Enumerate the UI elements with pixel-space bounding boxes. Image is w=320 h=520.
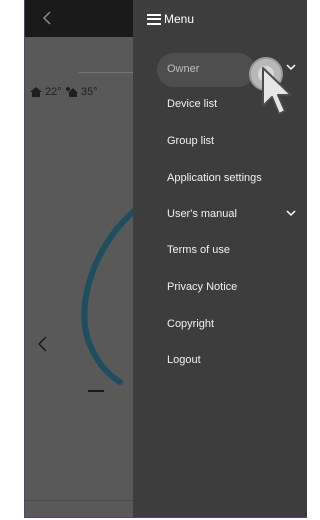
indoor-temperature-value: 22°	[45, 86, 62, 98]
home-temperature-icon	[30, 87, 42, 97]
divider	[79, 72, 139, 73]
outdoor-temperature-value: 35°	[81, 86, 98, 98]
outdoor-temperature: 35°	[65, 86, 98, 98]
side-menu-drawer: Menu Owner Device list Group list Applic…	[133, 0, 307, 517]
menu-item-application-settings[interactable]: Application settings	[167, 172, 262, 184]
bottom-divider	[25, 500, 133, 501]
back-icon[interactable]	[39, 9, 57, 27]
gauge-minus-indicator	[88, 390, 104, 392]
chevron-left-icon[interactable]	[35, 334, 51, 354]
menu-title: Menu	[164, 12, 195, 26]
menu-item-device-list[interactable]: Device list	[167, 98, 217, 110]
mouse-cursor-icon	[262, 67, 292, 115]
indoor-temperature: 22°	[29, 86, 62, 98]
menu-item-group-list[interactable]: Group list	[167, 135, 214, 147]
menu-item-owner[interactable]: Owner	[167, 63, 199, 75]
menu-item-terms-of-use[interactable]: Terms of use	[167, 244, 230, 256]
chevron-down-icon[interactable]	[285, 208, 297, 218]
menu-header[interactable]: Menu	[147, 12, 194, 26]
app-frame: 22° 35° Menu Owner Device list Group lis…	[24, 0, 307, 518]
outdoor-temperature-icon	[66, 87, 78, 97]
hamburger-icon[interactable]	[147, 13, 161, 25]
menu-item-copyright[interactable]: Copyright	[167, 318, 214, 330]
menu-item-logout[interactable]: Logout	[167, 354, 201, 366]
menu-item-privacy-notice[interactable]: Privacy Notice	[167, 281, 237, 293]
menu-item-users-manual[interactable]: User's manual	[167, 208, 237, 220]
